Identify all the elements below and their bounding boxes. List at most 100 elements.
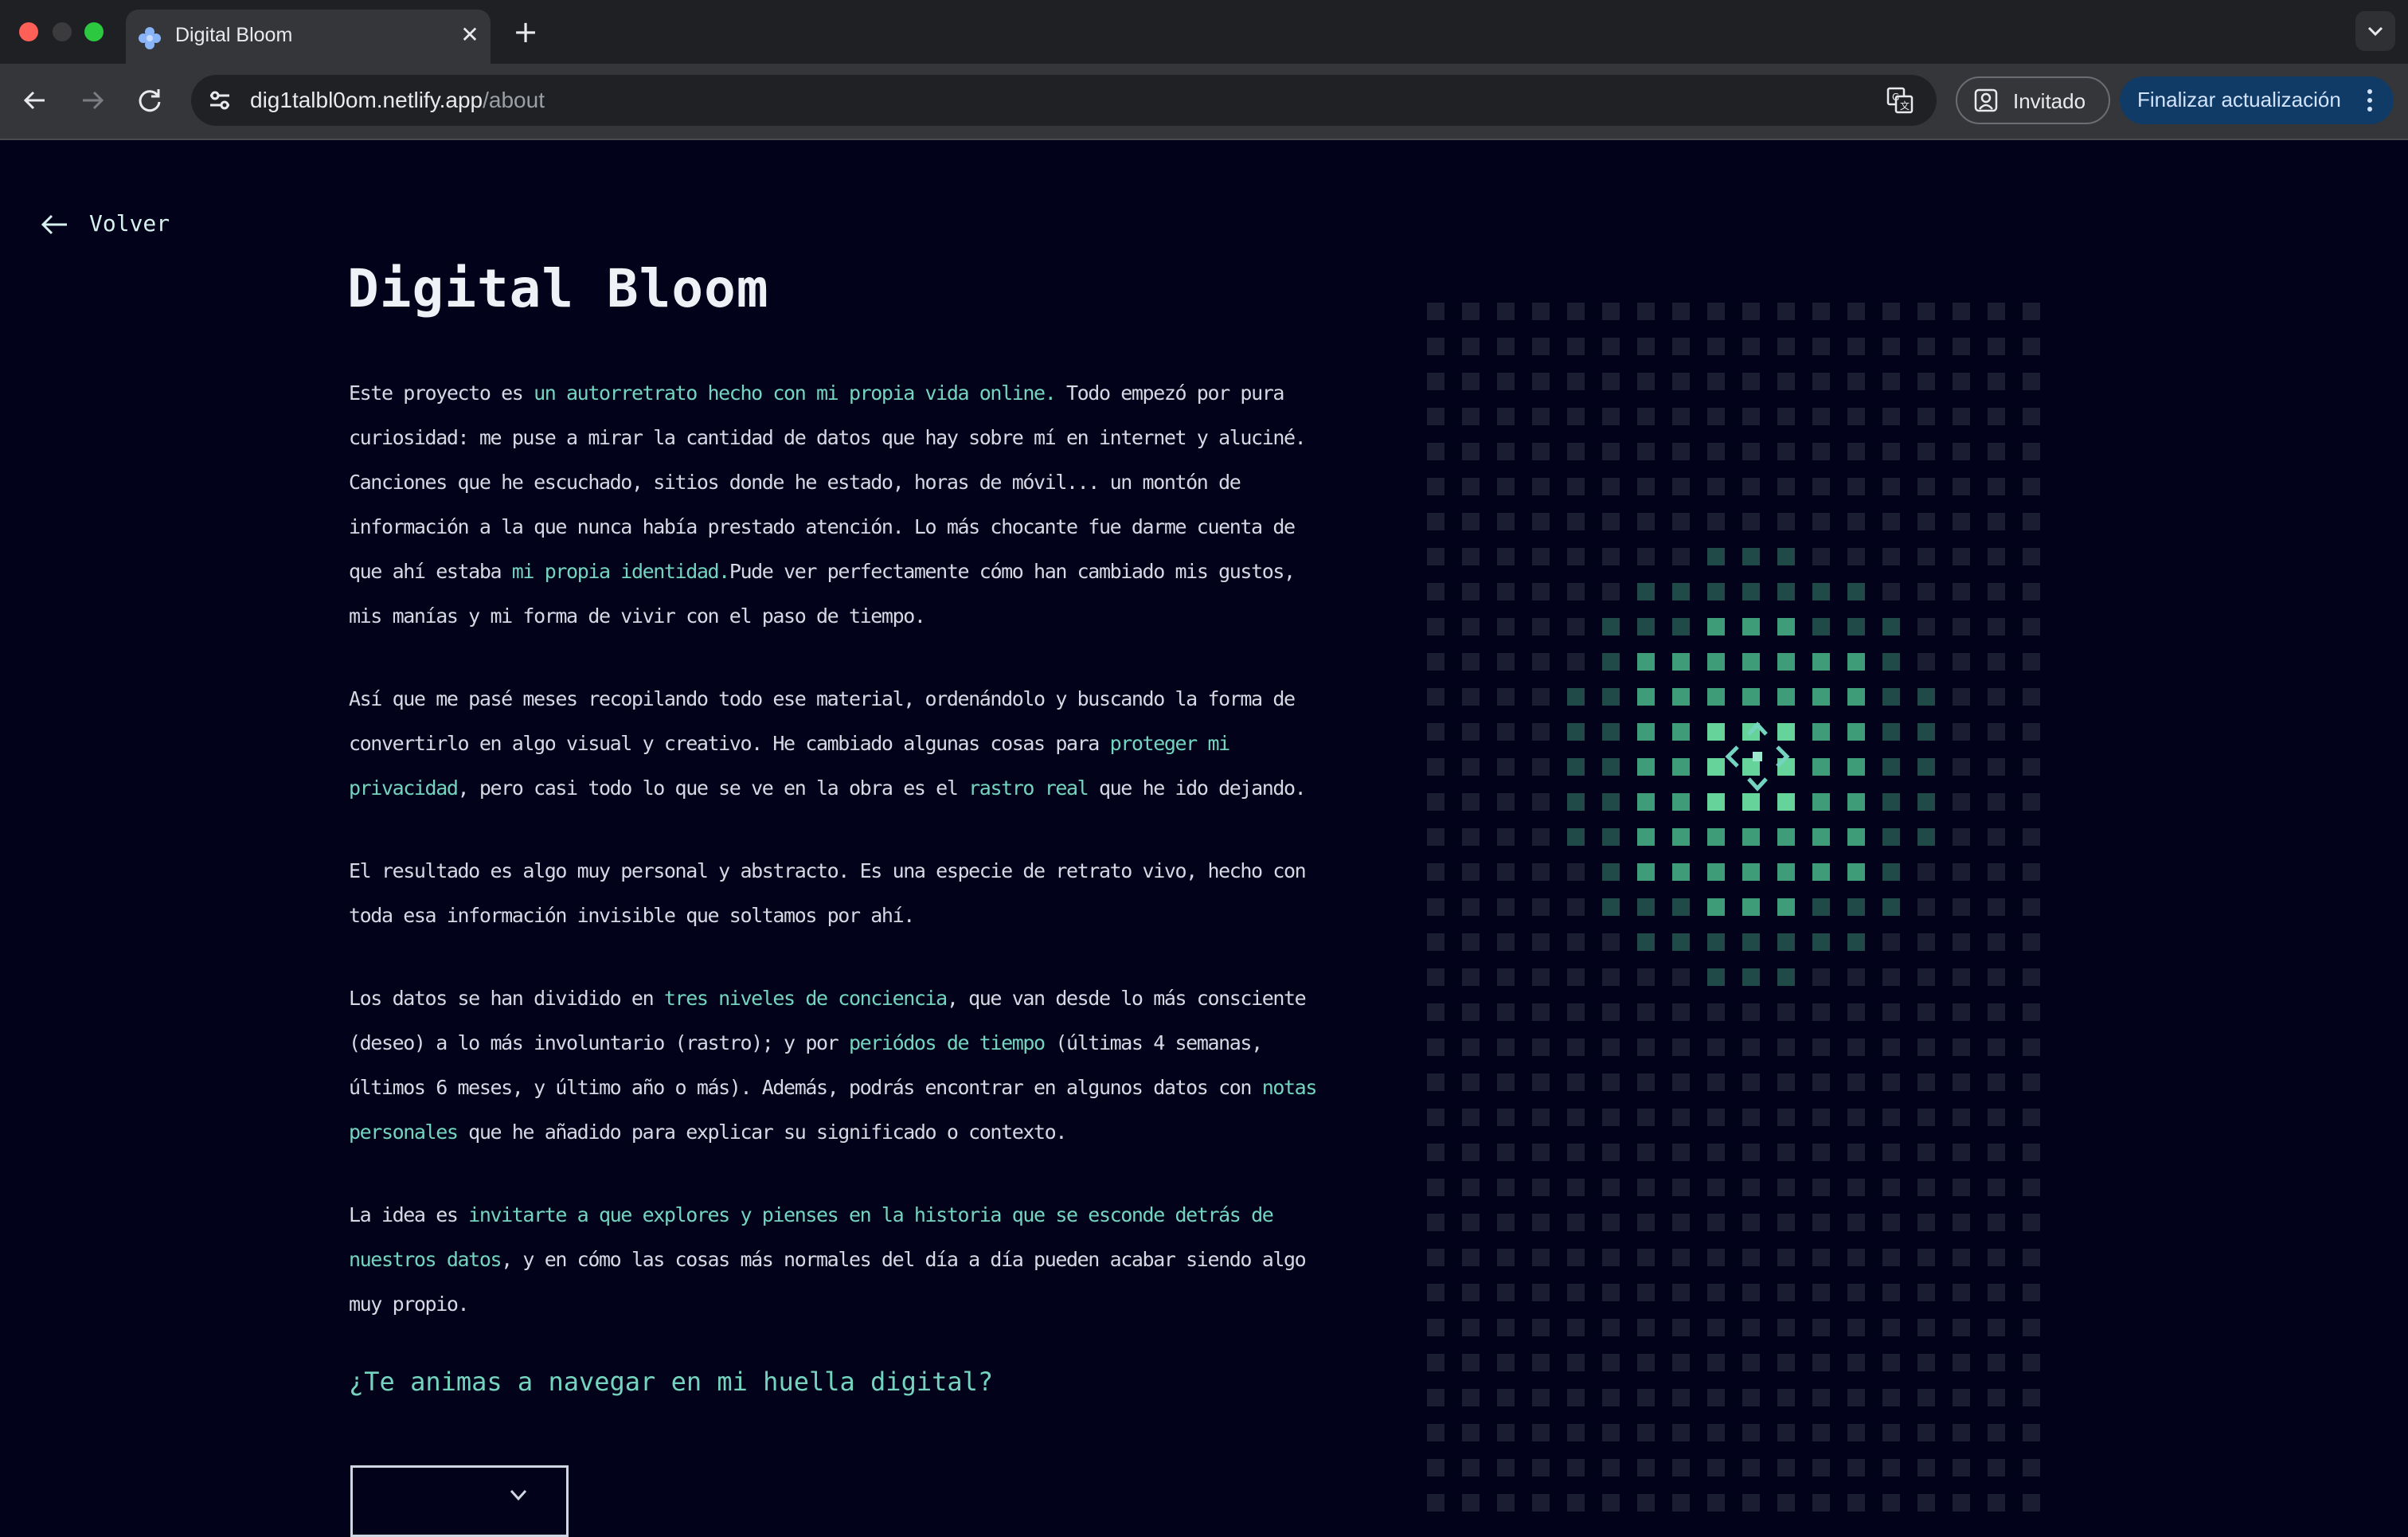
grid-cell xyxy=(1988,1424,2005,1441)
tab-search-button[interactable] xyxy=(2355,11,2395,51)
grid-cell xyxy=(1637,933,1655,951)
minimize-window-button[interactable] xyxy=(53,22,72,41)
grid-cell xyxy=(1847,443,1865,460)
grid-cell xyxy=(1953,513,1970,530)
close-window-button[interactable] xyxy=(19,22,38,41)
explore-button[interactable] xyxy=(350,1465,569,1537)
grid-cell xyxy=(1953,1354,1970,1371)
grid-cell xyxy=(1707,373,1725,390)
grid-cell xyxy=(1672,688,1690,706)
grid-cell xyxy=(2023,653,2040,671)
grid-cell xyxy=(1497,1354,1515,1371)
grid-cell xyxy=(1427,618,1444,636)
grid-cell xyxy=(1602,618,1620,636)
back-arrow-icon[interactable] xyxy=(18,83,53,118)
grid-cell xyxy=(1497,408,1515,425)
grid-cell xyxy=(1707,1144,1725,1161)
url-path: /about xyxy=(483,88,545,112)
maximize-window-button[interactable] xyxy=(84,22,104,41)
address-bar[interactable]: dig1talbl0om.netlify.app/about G 文 xyxy=(191,75,1937,126)
grid-cell xyxy=(1742,618,1760,636)
guest-profile-button[interactable]: Invitado xyxy=(1956,76,2110,124)
grid-cell xyxy=(1847,1179,1865,1196)
grid-cell xyxy=(1567,1109,1585,1126)
grid-cell xyxy=(1882,723,1900,741)
grid-cell xyxy=(1812,408,1830,425)
grid-cell xyxy=(1462,863,1480,881)
grid-cell xyxy=(1427,408,1444,425)
new-tab-icon[interactable]: + xyxy=(510,16,541,48)
grid-cell xyxy=(1602,478,1620,495)
grid-cell xyxy=(1953,653,1970,671)
grid-cell xyxy=(1567,1319,1585,1336)
translate-icon[interactable]: G 文 xyxy=(1886,86,1914,115)
paragraph-text: que he añadido para explicar su signific… xyxy=(457,1120,1067,1144)
grid-cell xyxy=(2023,898,2040,916)
grid-cell xyxy=(1532,1284,1550,1301)
grid-cell xyxy=(1532,1144,1550,1161)
grid-cell xyxy=(1988,618,2005,636)
grid-cell xyxy=(1847,828,1865,846)
grid-cell xyxy=(1427,688,1444,706)
grid-cell xyxy=(1637,1109,1655,1126)
grid-cell xyxy=(1882,303,1900,320)
grid-cell xyxy=(1602,828,1620,846)
highlight-text: rastro real xyxy=(968,776,1089,800)
grid-cell xyxy=(1882,1494,1900,1512)
grid-cell xyxy=(1742,373,1760,390)
grid-cell xyxy=(1777,303,1795,320)
grid-cell xyxy=(2023,1144,2040,1161)
close-tab-icon[interactable]: ✕ xyxy=(455,21,484,49)
grid-cell xyxy=(1462,1284,1480,1301)
grid-cell xyxy=(1988,828,2005,846)
grid-cell xyxy=(1602,303,1620,320)
grid-cell xyxy=(1637,548,1655,565)
grid-cell xyxy=(1882,478,1900,495)
grid-cell xyxy=(1988,338,2005,355)
grid-cell xyxy=(1707,1319,1725,1336)
grid-cell xyxy=(1672,723,1690,741)
grid-cell xyxy=(1497,653,1515,671)
grid-cell xyxy=(1917,303,1935,320)
more-vertical-icon[interactable] xyxy=(2363,88,2376,113)
grid-cell xyxy=(1777,1038,1795,1056)
grid-cell xyxy=(1567,863,1585,881)
grid-cell xyxy=(1742,1284,1760,1301)
grid-cell xyxy=(1917,1459,1935,1476)
paragraph-data-levels: Los datos se han dividido en tres nivele… xyxy=(349,976,1320,1155)
grid-cell xyxy=(1427,1284,1444,1301)
grid-cell xyxy=(1953,898,1970,916)
pixel-grid-artwork[interactable] xyxy=(1427,303,2045,1512)
site-settings-icon[interactable] xyxy=(205,86,234,115)
grid-cell xyxy=(1707,478,1725,495)
paragraph-text: , pero casi todo lo que se ve en la obra… xyxy=(457,776,969,800)
grid-cell xyxy=(1602,933,1620,951)
grid-cell xyxy=(1917,968,1935,986)
grid-cell xyxy=(1427,1389,1444,1406)
grid-cell xyxy=(1462,653,1480,671)
grid-cell xyxy=(1427,583,1444,600)
grid-cell xyxy=(2023,1354,2040,1371)
reload-icon[interactable] xyxy=(132,83,167,118)
finish-update-button[interactable]: Finalizar actualización xyxy=(2120,76,2394,124)
grid-cell xyxy=(1988,933,2005,951)
browser-tab[interactable]: Digital Bloom ✕ xyxy=(126,10,491,64)
grid-cell xyxy=(1812,968,1830,986)
grid-cell xyxy=(1707,548,1725,565)
grid-cell xyxy=(1988,968,2005,986)
grid-cell xyxy=(1882,1319,1900,1336)
grid-cell xyxy=(2023,303,2040,320)
grid-cell xyxy=(1917,408,1935,425)
grid-cell xyxy=(1988,583,2005,600)
grid-cell xyxy=(1988,758,2005,776)
grid-cell xyxy=(2023,828,2040,846)
grid-cell xyxy=(1637,1494,1655,1512)
grid-cell xyxy=(1988,688,2005,706)
grid-cell xyxy=(1672,1074,1690,1091)
grid-cell xyxy=(1637,443,1655,460)
grid-cell xyxy=(1427,548,1444,565)
forward-arrow-icon[interactable] xyxy=(75,83,110,118)
grid-cell xyxy=(1882,1389,1900,1406)
grid-cell xyxy=(1532,968,1550,986)
grid-cell xyxy=(1497,828,1515,846)
